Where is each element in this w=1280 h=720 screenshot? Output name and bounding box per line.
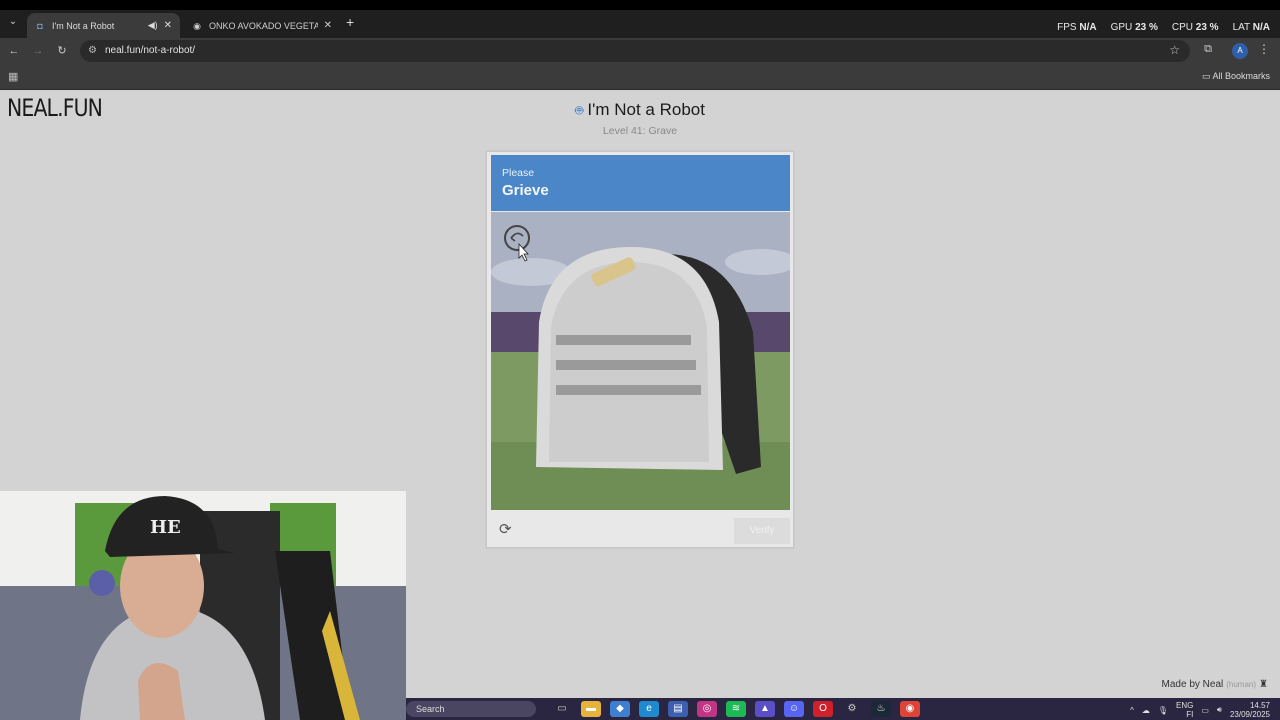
lat-label: LAT: [1232, 22, 1250, 33]
close-tab-icon[interactable]: ✕: [164, 20, 172, 31]
tab-im-not-a-robot[interactable]: ◘ I'm Not a Robot ◀) ✕: [27, 13, 180, 38]
forward-arrow-icon[interactable]: →: [30, 43, 46, 59]
tab-search-icon[interactable]: ⌄: [5, 14, 21, 30]
volume-icon[interactable]: 🔊︎: [1217, 705, 1222, 715]
page-header: 🤖︎ I'm Not a Robot Level 41: Grave: [0, 100, 1280, 137]
cpu-value: 23 %: [1195, 22, 1219, 33]
robot-favicon-icon: ◘: [37, 20, 43, 31]
level-subtitle: Level 41: Grave: [602, 125, 678, 137]
cloud-icon[interactable]: ☁: [1142, 706, 1150, 715]
browser-toolbar: ← → ↻ ⚙ neal.fun/not-a-robot/ ☆ ⧉ A ⋮: [0, 38, 1280, 64]
apps-grid-icon[interactable]: ▦: [8, 70, 18, 83]
speaker-icon[interactable]: ◀): [148, 20, 158, 31]
microphone-icon[interactable]: 🎙︎: [1158, 706, 1168, 715]
store-icon[interactable]: ▤: [668, 701, 688, 717]
lang-label: ENG: [1176, 701, 1194, 710]
task-view-icon[interactable]: ▭: [552, 701, 572, 717]
url-text: neal.fun/not-a-robot/: [105, 45, 196, 56]
time-text: 14.57: [1249, 701, 1270, 710]
back-arrow-icon[interactable]: ←: [6, 43, 22, 59]
fps-value: N/A: [1079, 22, 1097, 33]
captcha-widget: Please Grieve ⟳ Verify: [486, 151, 794, 548]
gpu-label: GPU: [1110, 22, 1133, 33]
grave-scene-image[interactable]: [491, 212, 790, 510]
tab-title: ONKO AVOKADO VEGETABLE -: [209, 20, 318, 31]
fps-label: FPS: [1057, 22, 1077, 33]
made-by-footer[interactable]: Made by Neal (human) ♜: [1162, 679, 1268, 690]
page-title: I'm Not a Robot: [587, 100, 705, 119]
file-explorer-icon[interactable]: ▬: [581, 701, 601, 717]
svg-text:HE: HE: [150, 517, 181, 538]
webcam-overlay: HE: [0, 491, 406, 720]
reload-icon[interactable]: ↻: [54, 43, 70, 59]
system-tray: ^ ☁ 🎙︎ ENG FI ▭ 🔊︎ 14.57 23/09/2025: [1130, 701, 1270, 719]
chevron-up-icon[interactable]: ^: [1130, 706, 1134, 715]
human-badge: (human): [1226, 680, 1257, 689]
date-text: 23/09/2025: [1229, 710, 1270, 719]
chrome-favicon-icon: ◉: [193, 20, 201, 31]
page-title-row: 🤖︎ I'm Not a Robot: [0, 100, 1280, 121]
gpu-value: 23 %: [1135, 22, 1158, 33]
cpu-label: CPU: [1171, 22, 1193, 33]
all-bookmarks-label: All Bookmarks: [1212, 71, 1270, 81]
made-by-text: Made by Neal: [1161, 679, 1224, 690]
chrome-icon[interactable]: ◉: [900, 701, 920, 717]
spotify-icon[interactable]: ≋: [726, 701, 746, 717]
clock[interactable]: 14.57 23/09/2025: [1230, 701, 1270, 719]
captcha-header: Please Grieve: [491, 155, 790, 211]
discord-icon[interactable]: ☺: [784, 701, 804, 717]
site-info-icon[interactable]: ⚙: [88, 40, 97, 62]
taskbar-search[interactable]: Search: [406, 701, 536, 717]
close-tab-icon[interactable]: ✕: [324, 20, 332, 31]
address-bar[interactable]: ⚙ neal.fun/not-a-robot/: [80, 40, 1190, 62]
tab-title: I'm Not a Robot: [52, 20, 115, 31]
language-indicator[interactable]: ENG FI: [1176, 701, 1193, 719]
lang2-label: FI: [1186, 710, 1194, 719]
bookmark-star-icon[interactable]: ☆: [1169, 43, 1180, 57]
tab-strip: ⌄ ◘ I'm Not a Robot ◀) ✕ ◉ ONKO AVOKADO …: [0, 10, 1280, 38]
search-placeholder: Search: [416, 704, 445, 714]
copilot-icon[interactable]: ◆: [610, 701, 630, 717]
network-icon[interactable]: ▭: [1201, 706, 1209, 715]
trophy-icon: ♜: [1259, 679, 1268, 690]
taskbar-apps: ▭ ▬ ◆ e ▤ ◎ ≋ ▲ ☺ O ⚙ ♨ ◉: [552, 701, 920, 717]
windows-taskbar: Search ▭ ▬ ◆ e ▤ ◎ ≋ ▲ ☺ O ⚙ ♨ ◉ ^ ☁ 🎙︎ …: [406, 698, 1280, 720]
captcha-footer: ⟳ Verify: [491, 514, 790, 544]
captcha-prompt: Please: [502, 167, 535, 179]
instagram-icon[interactable]: ◎: [697, 701, 717, 717]
extensions-icon[interactable]: ⧉: [1204, 43, 1212, 56]
captcha-instruction-word: Grieve: [502, 182, 549, 199]
profile-avatar[interactable]: A: [1232, 43, 1248, 59]
robot-icon: 🤖︎: [575, 102, 584, 118]
all-bookmarks-button[interactable]: ▭ All Bookmarks: [1202, 71, 1270, 82]
browser-menu-icon[interactable]: ⋮: [1258, 42, 1270, 56]
lat-value: N/A: [1252, 22, 1270, 33]
new-tab-plus-icon[interactable]: +: [346, 14, 354, 30]
edge-icon[interactable]: e: [639, 701, 659, 717]
verify-button[interactable]: Verify: [734, 518, 790, 544]
window-top-edge: [0, 0, 1280, 10]
settings-icon[interactable]: ⚙: [842, 701, 862, 717]
opera-icon[interactable]: O: [813, 701, 833, 717]
bookmarks-bar: ▦ ▭ All Bookmarks: [0, 64, 1280, 90]
tab-onko-avokado[interactable]: ◉ ONKO AVOKADO VEGETABLE - ✕: [184, 13, 340, 38]
performance-overlay: FPS N/A GPU 23 % CPU 23 % LAT N/A: [1057, 22, 1270, 33]
proton-icon[interactable]: ▲: [755, 701, 775, 717]
refresh-icon[interactable]: ⟳: [499, 520, 512, 538]
steam-icon[interactable]: ♨: [871, 701, 891, 717]
